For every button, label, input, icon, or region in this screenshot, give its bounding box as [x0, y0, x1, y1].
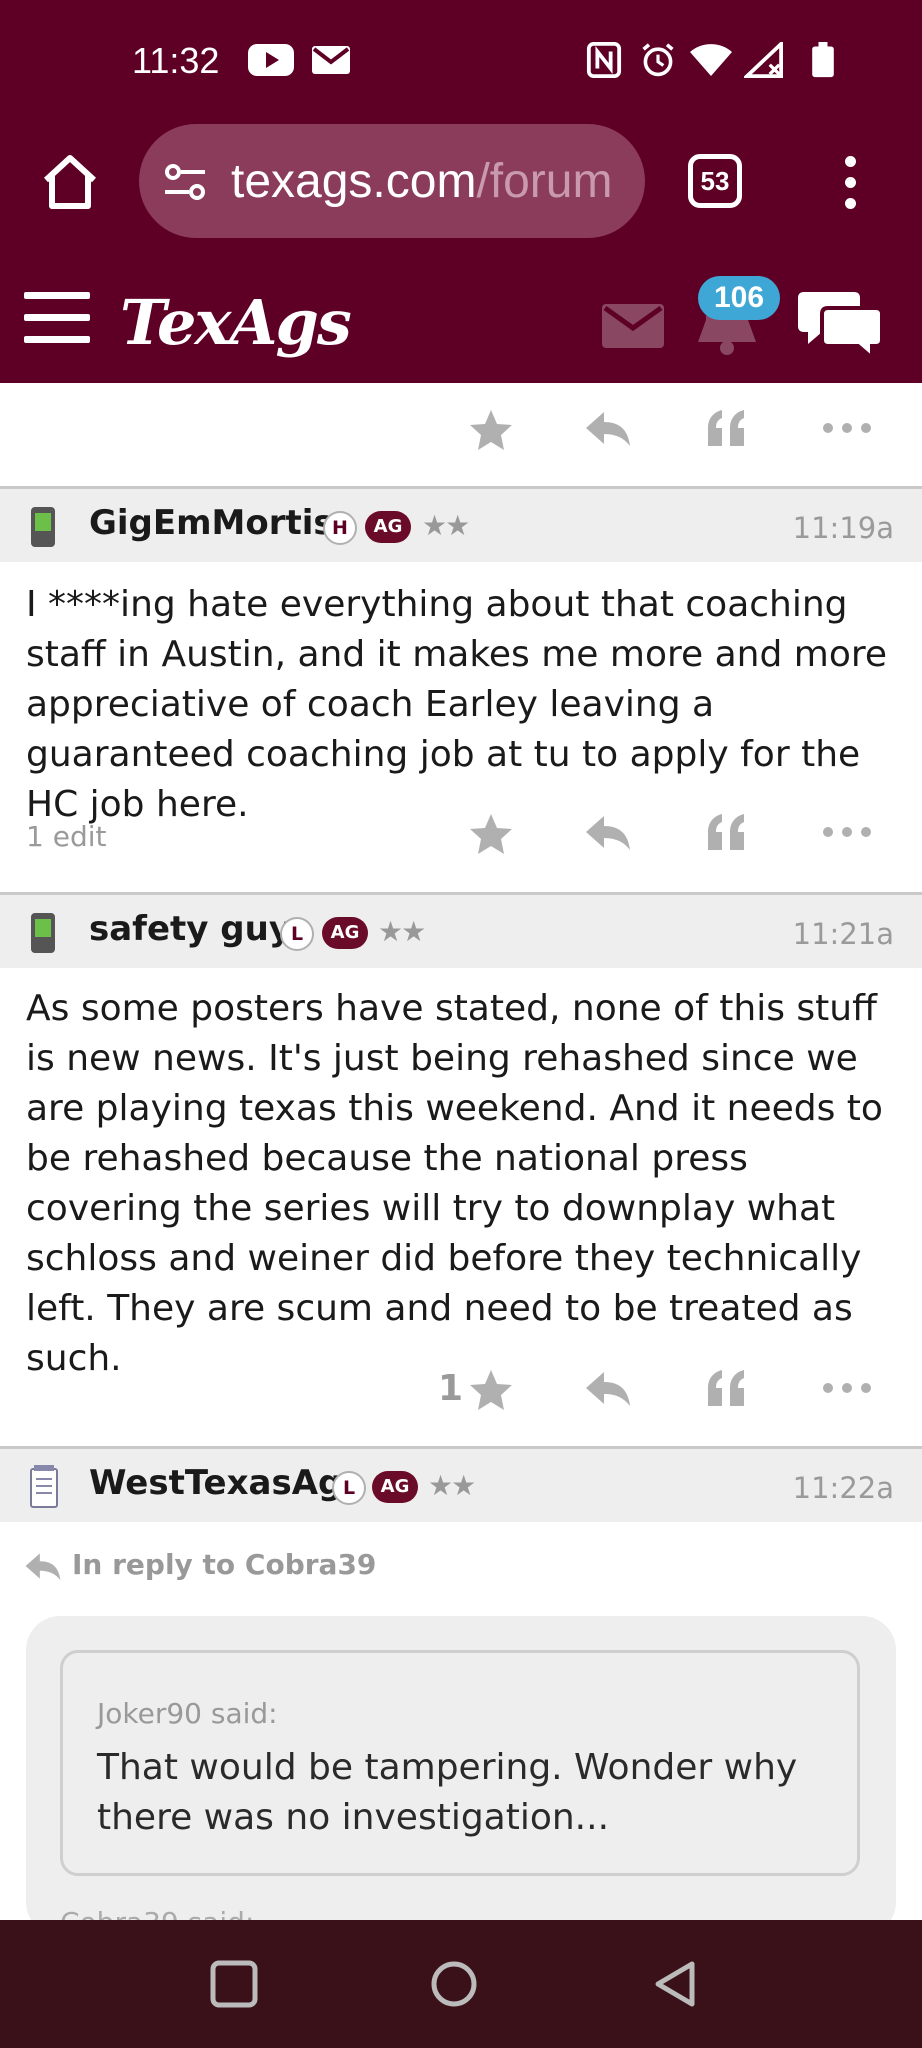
- post-actions: [0, 388, 922, 468]
- post-username[interactable]: safety guy: [89, 909, 291, 949]
- post-actions: 1: [0, 1348, 922, 1428]
- site-logo[interactable]: TexAgs: [120, 286, 352, 359]
- inner-quote: Joker90 said: That would be tampering. W…: [60, 1650, 860, 1876]
- star-icon[interactable]: [468, 812, 514, 856]
- user-badge: L: [332, 1471, 366, 1505]
- phone-icon: [31, 913, 55, 953]
- post-header: WestTexasAg L AG ★★ 11:22a: [0, 1446, 922, 1522]
- status-time: 11:32: [132, 40, 220, 81]
- post-header: safety guy L AG ★★ 11:21a: [0, 892, 922, 968]
- user-badge: L: [280, 917, 314, 951]
- more-icon[interactable]: [822, 408, 872, 448]
- home-icon[interactable]: [38, 150, 102, 214]
- reply-icon[interactable]: [584, 1368, 632, 1408]
- reply-icon[interactable]: [584, 408, 632, 448]
- back-icon[interactable]: [652, 1960, 698, 2008]
- star-icon[interactable]: [468, 408, 514, 452]
- user-stars: ★★: [422, 509, 470, 542]
- chat-icon[interactable]: [798, 288, 882, 358]
- post-header: GigEmMortis H AG ★★ 11:19a: [0, 486, 922, 562]
- youtube-icon: [248, 44, 294, 76]
- address-bar[interactable]: texags.com/forum: [139, 124, 645, 238]
- alarm-icon: [642, 43, 674, 77]
- ag-badge: AG: [322, 917, 368, 949]
- recents-icon[interactable]: [210, 1960, 258, 2008]
- phone-icon: [31, 507, 55, 547]
- post-time[interactable]: 11:19a: [793, 511, 894, 545]
- post-username[interactable]: WestTexasAg: [89, 1463, 342, 1503]
- mail-icon[interactable]: [602, 304, 664, 348]
- gmail-icon: [312, 46, 350, 74]
- star-icon[interactable]: [468, 1368, 514, 1412]
- more-icon[interactable]: [822, 812, 872, 852]
- post-time[interactable]: 11:22a: [793, 1471, 894, 1505]
- post-actions: [0, 792, 922, 872]
- post-body: As some posters have stated, none of thi…: [26, 988, 883, 1379]
- notepad-icon: [30, 1465, 58, 1508]
- user-stars: ★★: [378, 915, 426, 948]
- star-count: 1: [438, 1368, 464, 1409]
- post-username[interactable]: GigEmMortis: [89, 503, 334, 543]
- hamburger-menu-icon[interactable]: [24, 292, 90, 344]
- tab-switcher-button[interactable]: 53: [688, 154, 742, 208]
- home-circle-icon[interactable]: [430, 1960, 478, 2008]
- reply-icon: [25, 1553, 61, 1581]
- quote-icon[interactable]: [704, 812, 748, 852]
- site-settings-icon[interactable]: [163, 160, 207, 204]
- outer-quote: Joker90 said: That would be tampering. W…: [26, 1616, 896, 1936]
- reply-to-link[interactable]: In reply to Cobra39: [24, 1548, 376, 1582]
- notification-count-badge: 106: [698, 276, 780, 320]
- browser-chrome: 11:32 texags.com/forum 53 TexAgs 106: [0, 0, 922, 383]
- quote-icon[interactable]: [704, 1368, 748, 1408]
- quote-author: Joker90 said:: [97, 1697, 278, 1730]
- quote-text: That would be tampering. Wonder why ther…: [97, 1747, 798, 1838]
- more-options-icon[interactable]: [842, 156, 858, 212]
- url-text: texags.com/forum: [231, 155, 613, 208]
- battery-icon: [812, 42, 834, 78]
- user-stars: ★★: [428, 1469, 476, 1502]
- wifi-icon: [690, 44, 732, 76]
- ag-badge: AG: [365, 511, 411, 543]
- post-time[interactable]: 11:21a: [793, 917, 894, 951]
- quote-icon[interactable]: [704, 408, 748, 448]
- system-navigation-bar: [0, 1920, 922, 2048]
- reply-icon[interactable]: [584, 812, 632, 852]
- more-icon[interactable]: [822, 1368, 872, 1408]
- reply-to-text: In reply to Cobra39: [72, 1548, 377, 1581]
- user-badge: H: [323, 511, 357, 545]
- nfc-icon: [586, 42, 622, 78]
- signal-icon: [744, 42, 783, 78]
- ag-badge: AG: [372, 1471, 418, 1503]
